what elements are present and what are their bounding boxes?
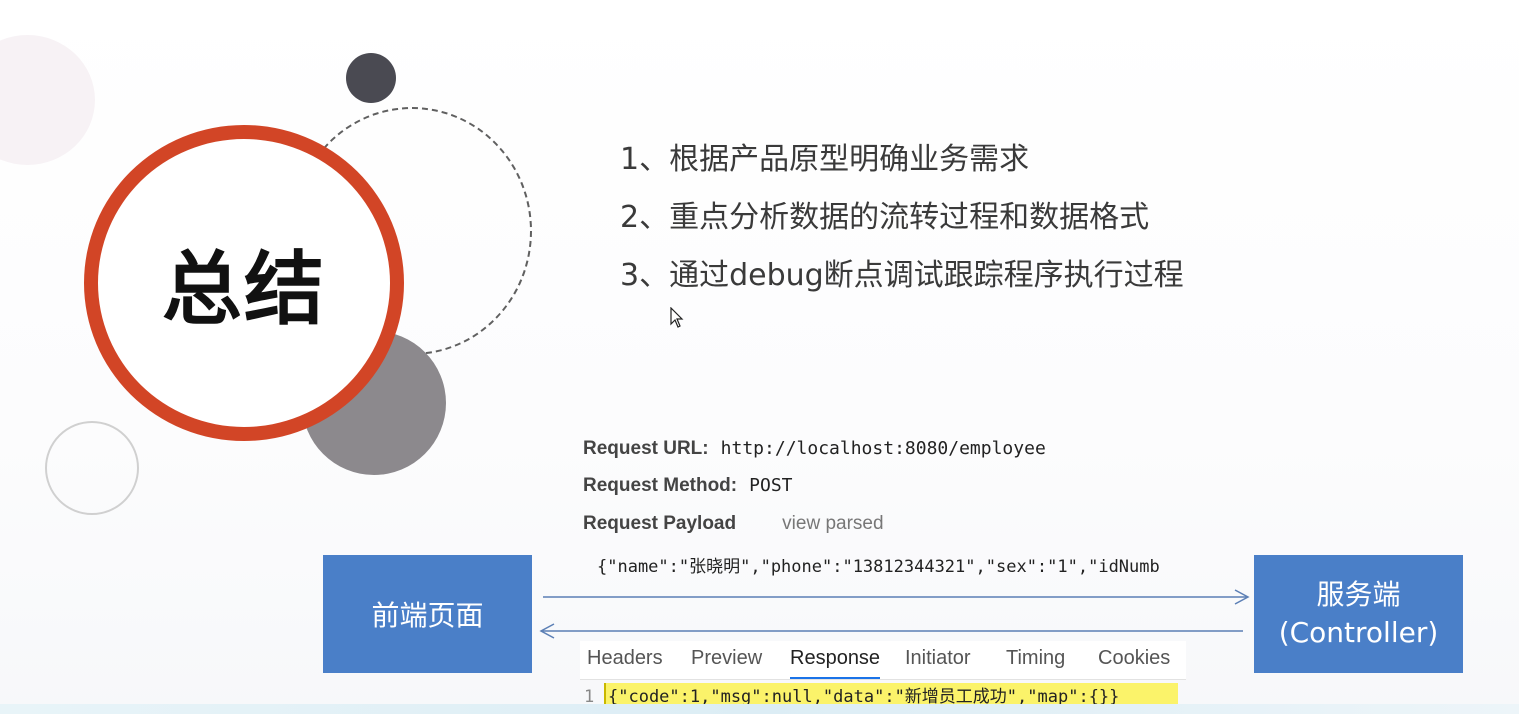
title-circle: 总结 [84,125,404,441]
response-arrow [539,623,1243,639]
tab-timing[interactable]: Timing [1006,641,1065,677]
request-method-row: Request Method: POST [583,474,793,497]
request-url-label: Request URL: [583,438,709,459]
summary-point-1: 1、根据产品原型明确业务需求 [620,142,1030,177]
view-parsed-link[interactable]: view parsed [782,513,883,534]
server-controller-box: 服务端 (Controller) [1254,555,1463,673]
mouse-cursor-icon [670,307,684,328]
request-url-row: Request URL: http://localhost:8080/emplo… [583,437,1046,460]
request-method-label: Request Method: [583,475,738,496]
request-method-value: POST [749,475,793,496]
devtools-tab-bar: Headers Preview Response Initiator Timin… [580,641,1186,680]
request-arrow [543,589,1250,605]
summary-points: 1、根据产品原型明确业务需求 2、重点分析数据的流转过程和数据格式 3、通过de… [620,140,1184,314]
frontend-page-box: 前端页面 [323,555,532,673]
tab-preview[interactable]: Preview [691,641,762,677]
tab-cookies[interactable]: Cookies [1098,641,1170,677]
tab-initiator[interactable]: Initiator [905,641,971,677]
decorative-bottom-wave [0,704,1519,714]
tab-response[interactable]: Response [790,641,881,679]
decorative-blob [0,35,95,165]
frontend-page-label: 前端页面 [371,599,484,632]
slide: 总结 1、根据产品原型明确业务需求 2、重点分析数据的流转过程和数据格式 3、通… [0,0,1519,714]
decorative-outline-circle [45,421,139,515]
flow-arrows [539,589,1250,639]
decorative-dot [346,53,396,103]
server-label: 服务端 [1316,578,1401,611]
request-url-value[interactable]: http://localhost:8080/employee [721,438,1046,459]
summary-point-3: 3、通过debug断点调试跟踪程序执行过程 [620,258,1184,293]
summary-point-2: 2、重点分析数据的流转过程和数据格式 [620,200,1150,235]
request-payload-label: Request Payload [583,513,737,534]
slide-title: 总结 [162,243,326,336]
request-payload-value: {"name":"张晓明","phone":"13812344321","sex… [597,557,1160,577]
tab-headers[interactable]: Headers [587,641,663,677]
controller-label: (Controller) [1278,616,1439,649]
request-payload-row: Request Payload view parsed [583,512,884,535]
